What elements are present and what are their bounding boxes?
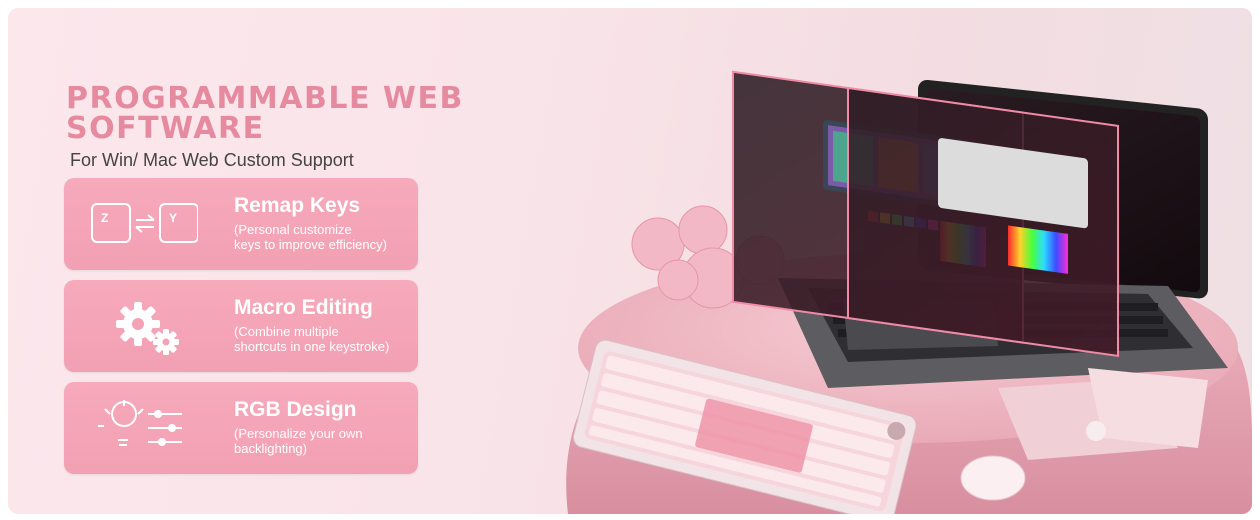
product-banner: PROGRAMMABLE WEB SOFTWARE For Win/ Mac W…: [8, 8, 1252, 514]
feature-description-line: shortcuts in one keystroke): [234, 339, 390, 354]
headline: PROGRAMMABLE WEB SOFTWARE: [66, 84, 546, 144]
feature-description: (Personalize your own backlighting): [234, 426, 414, 456]
feature-description-line: (Personalize your own: [234, 426, 363, 441]
feature-description: (Personal customize keys to improve effi…: [234, 222, 414, 252]
feature-card-rgb-design: RGB Design (Personalize your own backlig…: [64, 382, 418, 474]
feature-card-remap-keys: Z Y Remap Keys (Personal customize keys …: [64, 178, 418, 270]
subheadline: For Win/ Mac Web Custom Support: [70, 150, 354, 170]
feature-description-line: (Combine multiple: [234, 324, 339, 339]
feature-title: RGB Design: [234, 398, 357, 421]
feature-description-line: backlighting): [234, 441, 307, 456]
remap-keys-icon: Z Y: [88, 192, 199, 256]
feature-card-macro-editing: Macro Editing (Combine multiple shortcut…: [64, 280, 418, 372]
key-to-label: Y: [169, 211, 177, 225]
feature-description: (Combine multiple shortcuts in one keyst…: [234, 324, 414, 354]
feature-title: Remap Keys: [234, 194, 361, 217]
headline-line-1: PROGRAMMABLE WEB: [66, 81, 464, 116]
headline-line-2: SOFTWARE: [66, 111, 265, 146]
gears-icon: [88, 294, 198, 358]
key-from-label: Z: [101, 211, 108, 225]
lightbulb-sliders-icon: [88, 396, 198, 460]
feature-title: Macro Editing: [234, 296, 373, 319]
feature-description-line: keys to improve efficiency): [234, 237, 387, 252]
feature-description-line: (Personal customize: [234, 222, 352, 237]
product-photo: [528, 8, 1252, 514]
